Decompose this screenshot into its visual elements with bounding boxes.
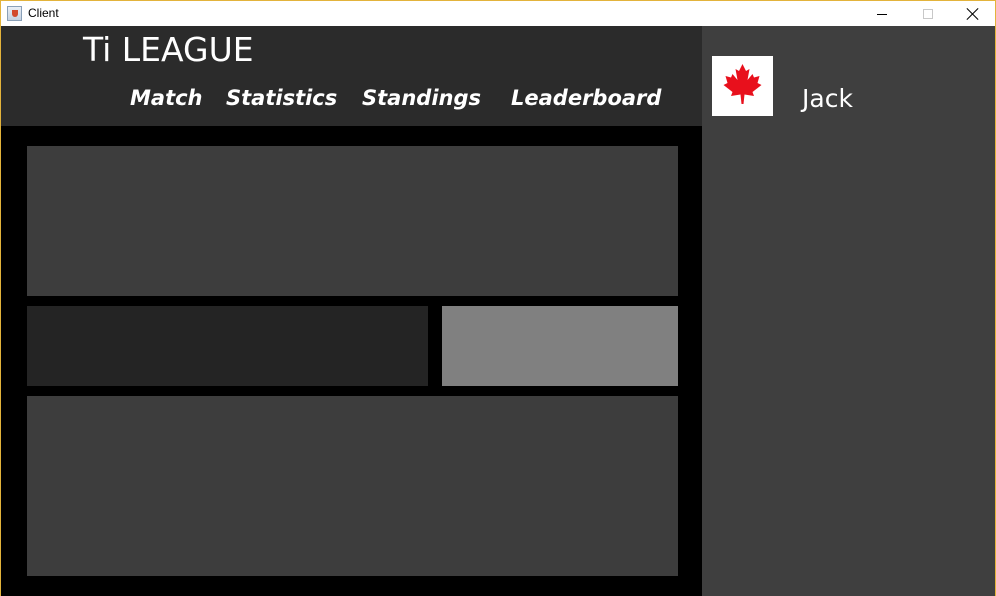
- maximize-button[interactable]: [905, 1, 951, 27]
- close-icon: [966, 7, 980, 21]
- java-cup-icon: [7, 6, 22, 21]
- header-bar: Ti LEAGUE Match Statistics Standings Lea…: [1, 26, 702, 126]
- canada-flag-icon: [712, 56, 773, 116]
- title-bar[interactable]: Client: [1, 0, 995, 26]
- minimize-button[interactable]: [859, 1, 905, 27]
- nav-statistics[interactable]: Statistics: [226, 86, 337, 110]
- nav-standings[interactable]: Standings: [362, 86, 481, 110]
- nav-leaderboard[interactable]: Leaderboard: [511, 86, 661, 110]
- nav-match[interactable]: Match: [130, 86, 203, 110]
- top-content-panel: [27, 146, 678, 296]
- brand-title: Ti LEAGUE: [83, 30, 254, 69]
- middle-right-panel: [442, 306, 678, 386]
- middle-left-panel: [27, 306, 428, 386]
- user-name: Jack: [802, 84, 853, 113]
- window-title: Client: [28, 6, 59, 20]
- maple-leaf-icon: [712, 56, 773, 116]
- minimize-icon: [877, 14, 887, 15]
- client-window: Client Ti LEAGUE Match Statistics Standi…: [0, 0, 996, 596]
- close-button[interactable]: [950, 1, 996, 27]
- user-sidebar: Jack: [702, 26, 995, 596]
- maximize-icon: [923, 9, 933, 19]
- bottom-content-panel: [27, 396, 678, 576]
